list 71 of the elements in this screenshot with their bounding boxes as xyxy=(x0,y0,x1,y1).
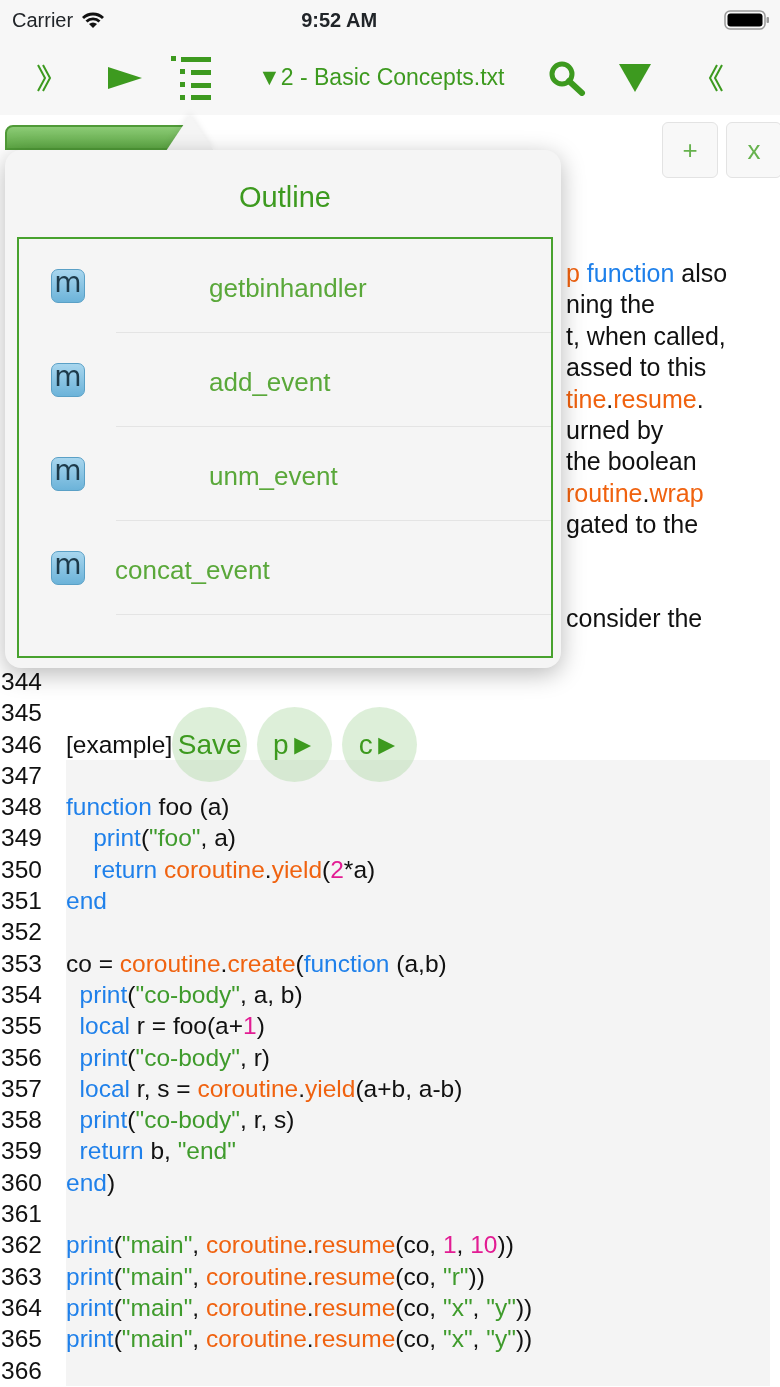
popover-title: Outline xyxy=(238,180,332,215)
line-number: 356 xyxy=(0,1042,43,1073)
line-number: 358 xyxy=(0,1105,43,1136)
text-line: assed to this xyxy=(566,352,708,384)
line-number: 355 xyxy=(0,1011,43,1042)
play-icon[interactable] xyxy=(107,65,143,90)
code-line: print("main", coroutine.resume(co, 1, 10)) xyxy=(66,1230,514,1261)
method-icon: m xyxy=(51,551,85,585)
code-line: function foo (a) xyxy=(66,792,230,823)
code-line: print("main", coroutine.resume(co, "x", "y")) xyxy=(66,1324,533,1355)
method-icon: m xyxy=(51,457,85,491)
line-number: 344 xyxy=(0,667,43,697)
code-line: end) xyxy=(66,1167,116,1198)
line-number: 352 xyxy=(0,917,43,948)
double-chevron-left-icon[interactable] xyxy=(708,62,725,93)
text-line: consider the xyxy=(566,603,704,635)
line-number: 357 xyxy=(0,1073,43,1104)
line-number: 351 xyxy=(0,886,43,917)
text-line: t, when called, xyxy=(566,320,727,352)
line-number: 363 xyxy=(0,1261,43,1292)
line-number: 354 xyxy=(0,979,43,1010)
code-line: [example] xyxy=(66,729,173,760)
line-number: 362 xyxy=(0,1230,43,1261)
add-tab-button[interactable]: + xyxy=(662,122,718,178)
clock-time: 9:52 AM xyxy=(301,8,378,33)
line-number: 366 xyxy=(0,1355,43,1386)
line-number: 353 xyxy=(0,948,43,979)
line-number: 365 xyxy=(0,1324,43,1355)
method-icon: m xyxy=(51,363,85,397)
outline-item[interactable]: getbinhandler xyxy=(209,269,367,308)
battery-icon xyxy=(724,10,770,30)
code-line: print("co-body", r) xyxy=(78,1042,270,1073)
text-line: gated to the xyxy=(566,509,700,541)
line-number: 348 xyxy=(0,792,43,823)
line-number: 361 xyxy=(0,1199,43,1230)
line-number: 359 xyxy=(0,1136,43,1167)
carrier-label: Carrier xyxy=(12,8,74,33)
code-line: return b, "end" xyxy=(78,1136,236,1167)
line-number: 345 xyxy=(0,698,43,729)
outline-item[interactable]: add_event xyxy=(209,363,331,402)
line-number: 347 xyxy=(0,760,43,791)
text-line: routine.wrap xyxy=(566,477,705,509)
code-line: co = coroutine.create(function (a,b) xyxy=(66,948,447,979)
line-number: 360 xyxy=(0,1167,43,1198)
line-number: 349 xyxy=(0,823,43,854)
code-line: local r, s = coroutine.yield(a+b, a-b) xyxy=(78,1073,463,1104)
text-line: urned by xyxy=(566,414,665,446)
line-number: 364 xyxy=(0,1292,43,1323)
outline-item[interactable]: concat_event xyxy=(115,551,270,590)
code-line: print("co-body", a, b) xyxy=(78,979,303,1010)
text-line: p function also xyxy=(566,258,729,289)
code-line: print("foo", a) xyxy=(92,823,236,854)
outline-list-icon[interactable] xyxy=(171,54,213,101)
text-line: ning the xyxy=(566,289,656,321)
text-line: tine.resume. xyxy=(566,383,705,415)
down-triangle-icon[interactable] xyxy=(618,62,653,93)
text-line: the boolean xyxy=(566,446,698,478)
code-line: print("main", coroutine.resume(co, "r")) xyxy=(66,1261,485,1292)
file-title[interactable]: ▼2 - Basic Concepts.txt xyxy=(258,60,505,95)
code-line: return coroutine.yield(2*a) xyxy=(92,854,376,885)
outline-item[interactable]: unm_event xyxy=(209,457,338,496)
code-line: print("main", coroutine.resume(co, "x", "y")) xyxy=(66,1292,533,1323)
method-icon: m xyxy=(51,269,85,303)
line-number: 346 xyxy=(0,729,43,760)
code-line: end xyxy=(66,886,107,917)
wifi-icon xyxy=(81,11,106,29)
code-line: print("co-body", r, s) xyxy=(78,1105,295,1136)
code-line: local r = foo(a+1) xyxy=(78,1011,265,1042)
close-tab-button[interactable]: x xyxy=(726,122,780,178)
line-number: 350 xyxy=(0,854,43,885)
double-chevron-right-icon[interactable] xyxy=(36,62,52,93)
